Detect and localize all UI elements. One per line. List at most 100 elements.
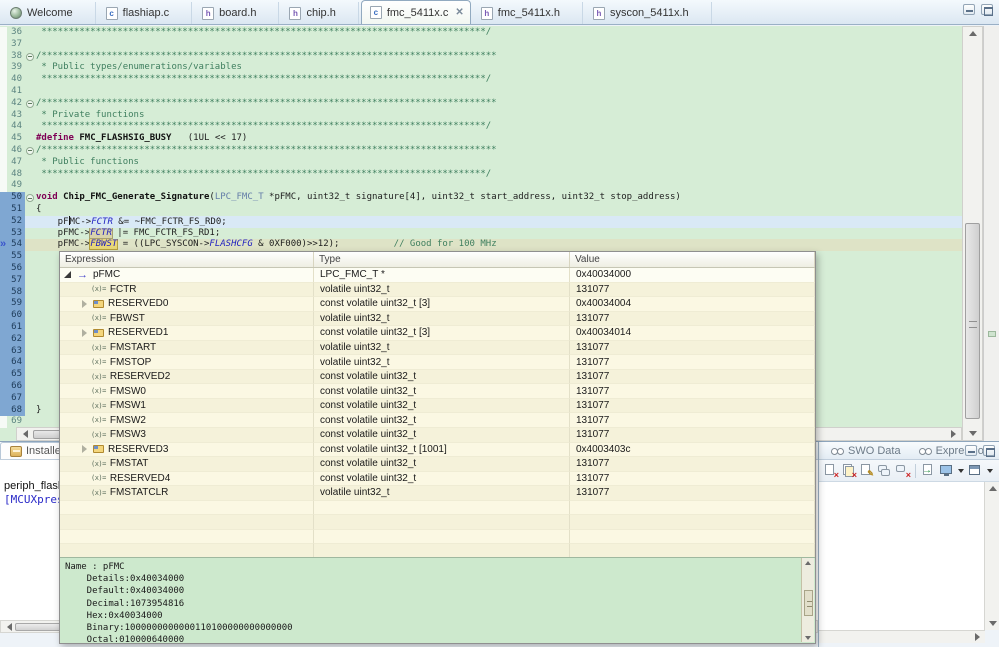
line-number[interactable]: 43 [7, 110, 25, 122]
line-number[interactable]: 64 [7, 357, 25, 370]
scroll-left-icon[interactable] [19, 429, 31, 439]
code-text[interactable]: /***************************************… [36, 51, 962, 63]
line-number[interactable]: 57 [7, 274, 25, 287]
code-text[interactable]: /***************************************… [36, 145, 962, 157]
scroll-up-icon[interactable] [802, 558, 814, 567]
code-text[interactable]: ****************************************… [36, 121, 962, 133]
expand-toggle-icon[interactable] [64, 271, 71, 279]
annotation-ruler-cell[interactable] [0, 121, 7, 134]
editor-tab-board.h[interactable]: h board.h [194, 2, 280, 24]
maximize-icon[interactable] [983, 445, 995, 457]
scroll-left-icon[interactable] [3, 622, 15, 632]
column-header-value[interactable]: Value [570, 252, 815, 267]
line-number[interactable]: 60 [7, 310, 25, 322]
line-number[interactable]: 46 [7, 145, 25, 157]
code-text[interactable]: * Public types/enumerations/variables [36, 62, 962, 74]
expression-row[interactable]: (x)= FMSW0 const volatile uint32_t 131077 [60, 384, 815, 399]
annotation-ruler-cell[interactable] [0, 251, 7, 263]
code-text[interactable]: ****************************************… [36, 74, 962, 86]
annotation-ruler-cell[interactable] [0, 109, 7, 122]
line-number[interactable]: 42 [7, 98, 25, 110]
fold-collapse-icon[interactable] [26, 99, 34, 108]
code-text[interactable]: ****************************************… [36, 169, 962, 181]
expand-toggle-icon[interactable] [82, 328, 87, 337]
add-expression-icon[interactable]: → [921, 463, 936, 478]
annotation-ruler-cell[interactable] [0, 50, 7, 63]
view-memory-icon[interactable] [939, 463, 954, 478]
expression-row[interactable]: → pFMC LPC_FMC_T * 0x40034000 [60, 268, 815, 283]
annotation-ruler-cell[interactable] [0, 203, 7, 216]
annotation-ruler-cell[interactable] [0, 133, 7, 145]
remove-expression-icon[interactable]: × [823, 463, 839, 480]
popup-table-header[interactable]: Expression Type Value [60, 252, 815, 268]
code-text[interactable]: pFMC->FBWST = ((LPC_SYSCON->FLASHCFG & 0… [36, 239, 962, 252]
fold-collapse-icon[interactable] [26, 52, 34, 61]
expressions-content[interactable] [819, 482, 985, 630]
line-number[interactable]: 50 [7, 192, 25, 204]
expand-toggle-icon[interactable] [82, 299, 87, 308]
code-text[interactable] [36, 39, 962, 51]
annotation-ruler-cell[interactable] [0, 321, 7, 334]
annotation-ruler-cell[interactable] [0, 27, 7, 39]
annotation-ruler-cell[interactable] [0, 286, 7, 299]
column-header-type[interactable]: Type [314, 252, 570, 267]
line-number[interactable]: 47 [7, 157, 25, 169]
code-text[interactable]: void Chip_FMC_Generate_Signature(LPC_FMC… [36, 192, 962, 204]
annotation-ruler-cell[interactable] [0, 357, 7, 370]
line-number[interactable]: 62 [7, 333, 25, 346]
expression-row[interactable]: (x)= FMSW1 const volatile uint32_t 131077 [60, 398, 815, 414]
editor-tab-Welcome[interactable]: Welcome [2, 2, 96, 24]
minimize-icon[interactable] [965, 445, 977, 456]
annotation-ruler-cell[interactable] [0, 392, 7, 405]
code-text[interactable]: * Public functions [36, 157, 962, 169]
empty-row[interactable] [60, 515, 815, 530]
line-number[interactable]: 40 [7, 74, 25, 86]
annotation-ruler-cell[interactable] [0, 62, 7, 75]
annotation-ruler-cell[interactable] [0, 156, 7, 169]
line-number[interactable]: 52 [7, 215, 25, 228]
editor-vertical-scrollbar[interactable] [962, 26, 983, 441]
overview-marker[interactable] [988, 331, 996, 337]
expand-toggle-icon[interactable] [82, 445, 87, 454]
annotation-ruler-cell[interactable] [0, 333, 7, 346]
line-number[interactable]: 53 [7, 227, 25, 240]
code-text[interactable] [36, 180, 962, 192]
close-icon[interactable]: ✕ [455, 7, 463, 18]
expression-row[interactable]: (x)= FBWST volatile uint32_t 131077 [60, 311, 815, 327]
line-number[interactable]: 39 [7, 62, 25, 74]
annotation-ruler-cell[interactable] [0, 215, 7, 228]
editor-tab-fmc_5411x.h[interactable]: h fmc_5411x.h [473, 2, 583, 24]
annotation-ruler-cell[interactable] [0, 192, 7, 204]
scroll-down-icon[interactable] [802, 633, 814, 642]
annotation-ruler-cell[interactable] [0, 180, 7, 193]
code-text[interactable]: /***************************************… [36, 98, 962, 110]
scrollbar-thumb[interactable] [803, 590, 813, 616]
remove-all-expressions-icon[interactable]: × [841, 463, 857, 480]
annotation-ruler-cell[interactable] [0, 369, 7, 381]
expressions-horizontal-scrollbar[interactable] [819, 630, 985, 643]
editor-tab-fmc_5411x.c[interactable]: c fmc_5411x.c ✕ [360, 0, 471, 24]
line-number[interactable]: 68 [7, 404, 25, 417]
expression-row[interactable]: (x)= FMSW3 const volatile uint32_t 131077 [60, 428, 815, 443]
code-text[interactable]: { [36, 204, 962, 216]
line-number[interactable]: 61 [7, 321, 25, 334]
fold-collapse-icon[interactable] [26, 194, 34, 203]
line-number[interactable]: 51 [7, 203, 25, 216]
editor-tab-chip.h[interactable]: h chip.h [281, 2, 359, 24]
annotation-ruler-cell[interactable] [0, 380, 7, 393]
column-header-expression[interactable]: Expression [60, 252, 314, 267]
annotation-ruler-cell[interactable] [0, 416, 7, 429]
annotation-ruler-cell[interactable] [0, 74, 7, 86]
line-number[interactable]: 55 [7, 251, 25, 263]
expressions-vertical-scrollbar[interactable] [985, 482, 999, 630]
expression-row[interactable]: (x)= FMSTART volatile uint32_t 131077 [60, 340, 815, 356]
expression-row[interactable]: (x)= FMSW2 const volatile uint32_t 131077 [60, 413, 815, 429]
line-number[interactable]: 36 [7, 27, 25, 39]
annotation-ruler-cell[interactable] [0, 85, 7, 98]
line-number[interactable]: 65 [7, 369, 25, 381]
line-number[interactable]: 49 [7, 180, 25, 192]
scroll-up-icon[interactable] [985, 482, 999, 495]
fold-collapse-icon[interactable] [26, 146, 34, 155]
line-number[interactable]: 37 [7, 39, 25, 51]
expression-row[interactable]: RESERVED1 const volatile uint32_t [3] 0x40… [60, 326, 815, 341]
